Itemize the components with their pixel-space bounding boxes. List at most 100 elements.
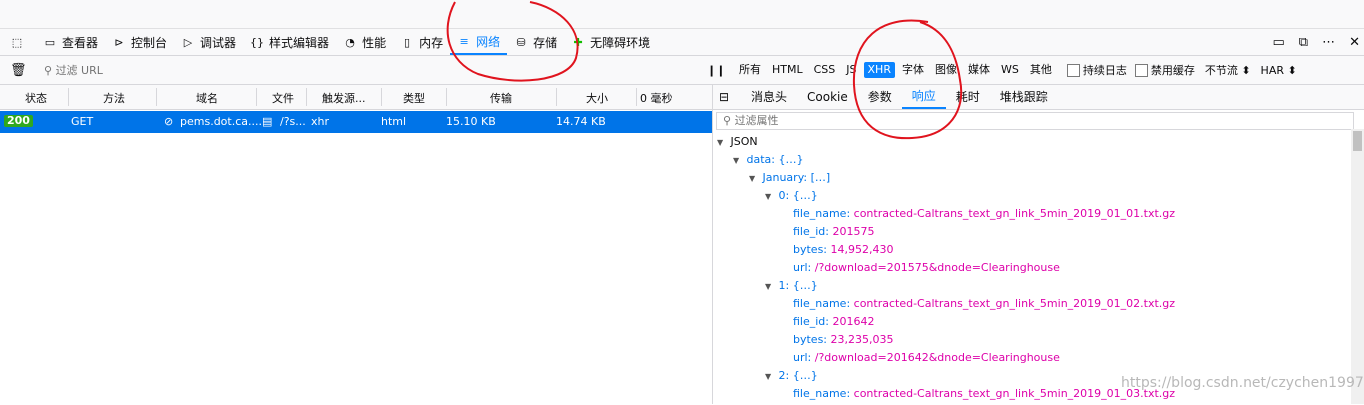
dock-icon[interactable]: ⧉ [1299,35,1308,50]
column-cause[interactable]: 触发源... [322,90,366,106]
json-root-node[interactable]: ▼ JSON [717,135,758,153]
tab-cookies[interactable]: Cookie [797,85,858,109]
tab-console[interactable]: ⊳ 控制台 [105,29,174,55]
json-node-item[interactable]: ▼ 1: {…} [765,279,818,297]
type-filter-group: 所有 HTML CSS JS XHR 字体 图像 媒体 WS 其他 [735,62,1059,78]
json-value: 201575 [832,225,875,238]
chevron-down-icon: ⬍ [1241,64,1251,77]
network-filter-bar: 🗑 ⚲ 过滤 URL ❙❙ 所有 HTML CSS JS XHR 字体 图像 媒… [0,56,1364,85]
json-key: January: [762,171,808,184]
filter-properties-placeholder: 过滤属性 [734,114,779,127]
column-method[interactable]: 方法 [103,90,125,106]
scrollbar[interactable] [1351,129,1364,404]
column-divider[interactable] [381,88,382,106]
json-prop: url: /?download=201575&dnode=Clearinghou… [793,261,1060,279]
type-filter-all[interactable]: 所有 [735,62,765,78]
throttle-select[interactable]: 不节流 ⬍ [1205,62,1251,78]
type-filter-html[interactable]: HTML [768,62,807,78]
tab-params[interactable]: 参数 [858,85,902,109]
json-brace: {…} [792,369,818,382]
column-divider[interactable] [68,88,69,106]
tab-debugger[interactable]: ▷ 调试器 [174,29,243,55]
json-key: url: [793,261,812,274]
twisty-icon: ▼ [749,174,756,183]
column-divider[interactable] [636,88,637,106]
tab-style-editor[interactable]: {} 样式编辑器 [243,29,336,55]
responsive-mode-icon[interactable]: ▭ [1273,35,1285,50]
json-node-january[interactable]: ▼ January: […] [749,171,830,189]
close-icon[interactable]: ✕ [1349,35,1360,50]
json-key: url: [793,351,812,364]
type-filter-ws[interactable]: WS [997,62,1023,78]
column-type[interactable]: 类型 [403,90,425,106]
type-filter-fonts[interactable]: 字体 [898,62,928,78]
type-filter-images[interactable]: 图像 [931,62,961,78]
tab-headers[interactable]: 消息头 [741,85,797,109]
twisty-icon: ▼ [765,192,772,201]
filter-icon: ⚲ [44,64,56,77]
pause-icon[interactable]: ❙❙ [707,64,727,77]
row-transferred: 15.10 KB [446,115,496,128]
disable-cache-checkbox[interactable]: 禁用缓存 [1134,62,1195,78]
tab-console-label: 控制台 [131,35,168,50]
performance-icon: ◔ [345,35,355,49]
tab-performance-label: 性能 [362,35,387,50]
column-divider[interactable] [256,88,257,106]
json-value: contracted-Caltrans_text_gn_link_5min_20… [853,297,1176,310]
type-filter-media[interactable]: 媒体 [964,62,994,78]
memory-icon: ▯ [404,35,411,49]
tab-response[interactable]: 响应 [901,85,946,109]
tab-timings[interactable]: 耗时 [946,85,990,109]
json-key: bytes: [793,243,828,256]
har-label: HAR [1260,63,1284,77]
url-filter-placeholder: 过滤 URL [55,64,103,77]
tab-inspector[interactable]: ▭ 查看器 [36,29,105,55]
type-filter-other[interactable]: 其他 [1026,62,1056,78]
scrollbar-thumb[interactable] [1353,131,1362,151]
har-menu[interactable]: HAR ⬍ [1261,64,1297,77]
filter-properties-input[interactable]: ⚲ 过滤属性 [716,112,1354,130]
json-node-data[interactable]: ▼ data: {…} [733,153,803,171]
column-domain[interactable]: 域名 [196,90,218,106]
column-size[interactable]: 大小 [586,90,608,106]
tab-storage-label: 存储 [533,35,558,50]
column-waterfall[interactable]: 0 毫秒 [640,90,673,106]
json-node-item[interactable]: ▼ 0: {…} [765,189,818,207]
json-node-item[interactable]: ▼ 2: {…} [765,369,818,387]
column-file[interactable]: 文件 [272,90,294,106]
json-prop: bytes: 23,235,035 [793,333,894,351]
column-divider[interactable] [446,88,447,106]
toggle-sidebar-icon[interactable]: ⊟ [719,90,741,104]
tab-accessibility[interactable]: ✚ 无障碍环境 [564,29,657,55]
column-divider[interactable] [156,88,157,106]
json-key: file_name: [793,387,851,400]
tab-network-label: 网络 [476,34,501,49]
persist-log-checkbox[interactable]: 持续日志 [1066,62,1127,78]
twisty-icon: ▼ [733,156,740,165]
column-status[interactable]: 状态 [25,90,47,106]
tab-stack-trace[interactable]: 堆栈跟踪 [990,85,1058,109]
table-row[interactable]: 200 GET ⊘ pems.dot.ca.... ▤ /?s... xhr h… [0,111,712,133]
tab-debugger-label: 调试器 [200,35,237,50]
type-filter-css[interactable]: CSS [810,62,840,78]
type-filter-xhr[interactable]: XHR [863,62,895,78]
column-divider[interactable] [556,88,557,106]
browser-top-strip [0,0,1364,29]
tab-memory[interactable]: ▯ 内存 [393,29,450,55]
column-transferred[interactable]: 传输 [490,90,512,106]
tab-performance[interactable]: ◔ 性能 [336,29,393,55]
json-key: bytes: [793,333,828,346]
json-prop: url: /?download=201642&dnode=Clearinghou… [793,351,1060,369]
tab-storage[interactable]: ⛁ 存储 [507,29,564,55]
checkbox-box [1134,63,1148,77]
trash-icon[interactable]: 🗑 [10,63,30,78]
url-filter-input[interactable]: ⚲ 过滤 URL [44,62,704,78]
more-options-icon[interactable]: ⋯ [1322,35,1335,50]
type-filter-js[interactable]: JS [842,62,860,78]
style-editor-icon: {} [250,35,265,49]
json-brace: […] [810,171,831,184]
tab-network[interactable]: ≡ 网络 [450,29,508,55]
column-divider[interactable] [306,88,307,106]
element-picker-button[interactable]: ⬚ [0,29,36,55]
tab-style-editor-label: 样式编辑器 [269,35,330,50]
